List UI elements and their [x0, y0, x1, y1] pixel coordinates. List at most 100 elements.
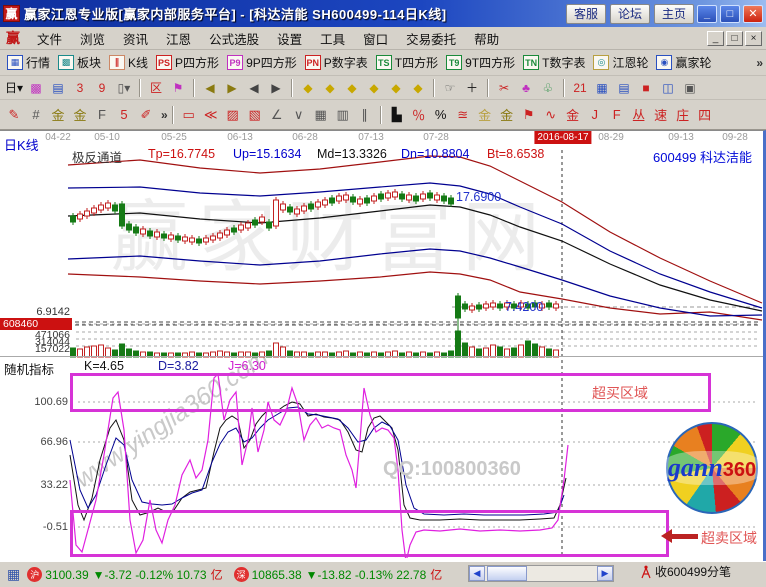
draw-tool-3[interactable]: 金: [70, 105, 90, 124]
horizontal-scrollbar[interactable]: ◀ ▶: [468, 565, 614, 582]
scroll-right-icon[interactable]: ▶: [597, 566, 613, 581]
menu-items: 文件浏览资讯江恩公式选股设置工具窗口交易委托帮助: [28, 27, 508, 50]
gann-tool-6[interactable]: ▦: [311, 105, 331, 124]
analysis-tool-4[interactable]: 金: [475, 105, 495, 124]
quote-grid-icon[interactable]: ▦: [7, 566, 20, 583]
toolbar-button-P数字表[interactable]: PNP数字表: [301, 53, 372, 72]
tool-icon-17[interactable]: ◆: [408, 78, 428, 97]
tool-icon-26[interactable]: ■: [636, 78, 656, 97]
draw-tool-5[interactable]: 5: [114, 105, 134, 124]
gann-tool-7[interactable]: ▥: [333, 105, 353, 124]
analysis-tool-1[interactable]: ％: [409, 105, 429, 124]
gann-tool-1[interactable]: ≪: [201, 105, 221, 124]
analysis-tool-9[interactable]: J: [585, 105, 605, 124]
toolbar-button-P四方形[interactable]: PSP四方形: [152, 53, 223, 72]
tool-icon-18[interactable]: ☞: [440, 78, 460, 97]
scrollbar-thumb[interactable]: [487, 566, 527, 581]
tool-icon-11[interactable]: ▶: [266, 78, 286, 97]
gann-tool-2[interactable]: ▨: [223, 105, 243, 124]
drawtool-overflow-icon[interactable]: »: [161, 108, 168, 122]
analysis-tool-5[interactable]: 金: [497, 105, 517, 124]
gann-tool-8[interactable]: ∥: [355, 105, 375, 124]
analysis-tool-6[interactable]: ⚑: [519, 105, 539, 124]
gann-tool-3[interactable]: ▧: [245, 105, 265, 124]
toolbar-button-T四方形[interactable]: TST四方形: [372, 53, 442, 72]
mdi-close-button[interactable]: ×: [745, 31, 762, 46]
tool-icon-10[interactable]: ◀: [244, 78, 264, 97]
toolbar-button-T数字表[interactable]: TNT数字表: [519, 53, 589, 72]
minimize-button[interactable]: _: [697, 5, 717, 23]
tool-icon-0[interactable]: 日▾: [4, 78, 24, 97]
tool-icon-22[interactable]: ♧: [538, 78, 558, 97]
tool-icon-27[interactable]: ◫: [658, 78, 678, 97]
menu-item-江恩[interactable]: 江恩: [157, 27, 200, 50]
gann-tool-5[interactable]: ∨: [289, 105, 309, 124]
tool-icon-15[interactable]: ◆: [364, 78, 384, 97]
analysis-tool-0[interactable]: ▙: [387, 105, 407, 124]
tool-icon-16[interactable]: ◆: [386, 78, 406, 97]
menu-item-帮助[interactable]: 帮助: [465, 27, 508, 50]
tool-icon-25[interactable]: ▤: [614, 78, 634, 97]
tool-icon-19[interactable]: ＋: [462, 78, 482, 97]
tool-icon-7[interactable]: ⚑: [168, 78, 188, 97]
menu-item-公式选股[interactable]: 公式选股: [200, 27, 268, 50]
gann-tool-0[interactable]: ▭: [179, 105, 199, 124]
menu-item-文件[interactable]: 文件: [28, 27, 71, 50]
tool-icon-6[interactable]: 区: [146, 78, 166, 97]
close-button[interactable]: ✕: [743, 5, 763, 23]
toolbar-button-9T四方形[interactable]: T99T四方形: [442, 53, 519, 72]
toolbar-button-行情[interactable]: ▦行情: [3, 53, 54, 72]
analysis-tool-3[interactable]: ≊: [453, 105, 473, 124]
shenzhen-amount-unit: 亿: [430, 566, 442, 583]
toolbar-button-板块[interactable]: ▩板块: [54, 53, 105, 72]
draw-tool-4[interactable]: F: [92, 105, 112, 124]
quick-button-2[interactable]: 主页: [654, 4, 694, 24]
menu-item-资讯[interactable]: 资讯: [114, 27, 157, 50]
menu-item-设置[interactable]: 设置: [268, 27, 311, 50]
quick-button-0[interactable]: 客服: [566, 4, 606, 24]
tool-icon-14[interactable]: ◆: [342, 78, 362, 97]
tool-icon-2[interactable]: ▤: [48, 78, 68, 97]
analysis-tool-2[interactable]: %: [431, 105, 451, 124]
gann-tool-4[interactable]: ∠: [267, 105, 287, 124]
mdi-minimize-button[interactable]: _: [707, 31, 724, 46]
toolbar-overflow-icon[interactable]: »: [756, 56, 763, 70]
scroll-left-icon[interactable]: ◀: [469, 566, 485, 581]
quick-button-1[interactable]: 论坛: [610, 4, 650, 24]
tool-icon-8[interactable]: ◀: [200, 78, 220, 97]
toolbar-button-赢家轮[interactable]: ◉赢家轮: [652, 53, 715, 72]
tool-icon-1[interactable]: ▩: [26, 78, 46, 97]
toolbar-button-K线[interactable]: ∥K线: [105, 53, 152, 72]
menu-item-工具[interactable]: 工具: [311, 27, 354, 50]
tool-icon-20[interactable]: ✂: [494, 78, 514, 97]
analysis-tool-7[interactable]: ∿: [541, 105, 561, 124]
tool-icon-5[interactable]: ▯▾: [114, 78, 134, 97]
tool-icon-3[interactable]: 3: [70, 78, 90, 97]
analysis-tool-10[interactable]: F: [607, 105, 627, 124]
tool-icon-23[interactable]: 21: [570, 78, 590, 97]
tool-icon-28[interactable]: ▣: [680, 78, 700, 97]
toolbar-button-江恩轮[interactable]: ◎江恩轮: [589, 53, 652, 72]
menu-item-浏览[interactable]: 浏览: [71, 27, 114, 50]
analysis-tool-12[interactable]: 速: [651, 105, 671, 124]
tool-icon-9[interactable]: ▶: [222, 78, 242, 97]
channel-md-value: Md=13.3326: [317, 147, 387, 161]
menu-item-窗口[interactable]: 窗口: [354, 27, 397, 50]
tool-icon-4[interactable]: 9: [92, 78, 112, 97]
draw-tool-1[interactable]: #: [26, 105, 46, 124]
tool-icon-13[interactable]: ◆: [320, 78, 340, 97]
draw-tool-2[interactable]: 金: [48, 105, 68, 124]
tool-icon-21[interactable]: ♣: [516, 78, 536, 97]
draw-tool-6[interactable]: ✐: [136, 105, 156, 124]
analysis-tool-8[interactable]: 金: [563, 105, 583, 124]
mdi-restore-button[interactable]: □: [726, 31, 743, 46]
menu-item-交易委托[interactable]: 交易委托: [397, 27, 465, 50]
tool-icon-24[interactable]: ▦: [592, 78, 612, 97]
analysis-tool-14[interactable]: 四: [695, 105, 715, 124]
analysis-tool-11[interactable]: 丛: [629, 105, 649, 124]
tool-icon-12[interactable]: ◆: [298, 78, 318, 97]
analysis-tool-13[interactable]: 庄: [673, 105, 693, 124]
maximize-button[interactable]: □: [720, 5, 740, 23]
draw-tool-0[interactable]: ✎: [4, 105, 24, 124]
toolbar-button-9P四方形[interactable]: P99P四方形: [223, 53, 301, 72]
